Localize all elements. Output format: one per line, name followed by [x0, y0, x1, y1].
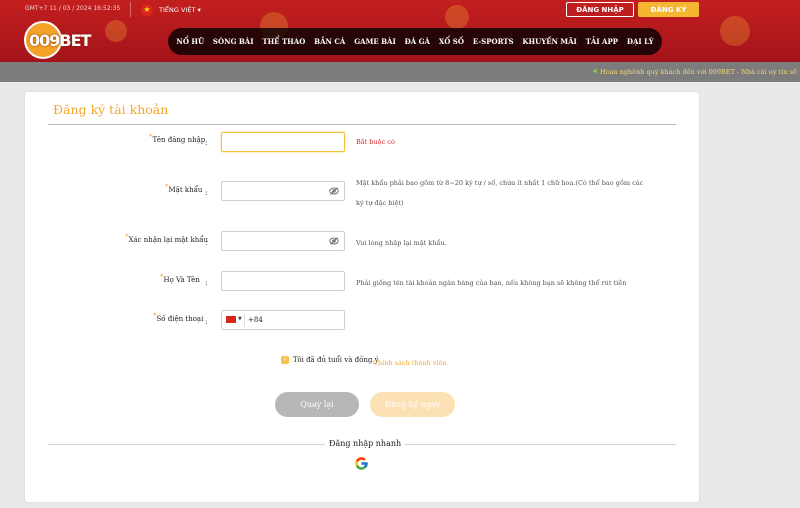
google-icon[interactable] [354, 456, 369, 471]
login-button[interactable]: ĐĂNG NHẬP [566, 2, 634, 17]
username-label: *Tên đăng nhập [149, 133, 206, 144]
full-name-input[interactable] [221, 271, 345, 291]
colon: : [205, 188, 208, 197]
agree-text: Tôi đã đủ tuổi và đồng ý [293, 356, 379, 364]
top-bar: GMT+7 11 / 03 / 2024 16:52:35 ★ TIẾNG VI… [0, 0, 800, 20]
announcement-text: Hoan nghênh quý khách đến với 009BET - N… [600, 68, 800, 76]
register-button[interactable]: ĐĂNG KÝ [638, 2, 699, 17]
decoration [105, 20, 127, 42]
colon: : [205, 138, 208, 147]
nav-item-e-sports[interactable]: E-SPORTS [473, 37, 514, 46]
confirm-password-input[interactable] [221, 231, 345, 251]
full-name-hint: Phải giống tên tài khoản ngân hàng của b… [356, 279, 627, 287]
phone-label: *Số điện thoại [153, 312, 204, 323]
password-input[interactable] [221, 181, 345, 201]
decoration [720, 16, 750, 46]
form-title: Đăng ký tài khoản [53, 102, 169, 117]
nav-item-the-thao[interactable]: THỂ THAO [262, 37, 305, 46]
back-button[interactable]: Quay lại [275, 392, 359, 417]
phone-input[interactable]: ▼ +84 [221, 310, 345, 330]
announcement-bar: Hoan nghênh quý khách đến với 009BET - N… [0, 62, 800, 82]
nav-item-no-hu[interactable]: NỔ HŨ [176, 37, 204, 46]
language-selector[interactable]: TIẾNG VIỆT ▾ [159, 6, 201, 14]
nav-item-tai-app[interactable]: TẢI APP [586, 37, 618, 46]
colon: : [205, 278, 208, 287]
nav-item-dai-ly[interactable]: ĐẠI LÝ [627, 37, 654, 46]
eye-off-icon[interactable] [329, 186, 339, 196]
nav-item-game-bai[interactable]: GAME BÀI [354, 37, 396, 46]
nav-item-xo-so[interactable]: XỔ SỐ [439, 37, 464, 46]
colon: : [205, 317, 208, 326]
divider [130, 2, 131, 17]
nav-item-song-bai[interactable]: SÒNG BÀI [213, 37, 254, 46]
confirm-password-label: *Xác nhận lại mật khẩu [125, 233, 208, 244]
chevron-down-icon[interactable]: ▼ [238, 316, 242, 322]
nav-item-khuyen-mai[interactable]: KHUYẾN MÃI [522, 37, 576, 46]
main-nav: NỔ HŨ SÒNG BÀI THỂ THAO BẮN CÁ GAME BÀI … [168, 28, 662, 55]
member-policy-link[interactable]: Chính sách thành viên [373, 359, 447, 367]
confirm-password-hint: Vui lòng nhập lại mật khẩu. [356, 239, 447, 247]
site-header: GMT+7 11 / 03 / 2024 16:52:35 ★ TIẾNG VI… [0, 0, 800, 62]
logo-text: 009BET [29, 31, 91, 50]
site-logo[interactable]: 009BET [24, 21, 94, 59]
title-divider [48, 124, 676, 125]
language-label: TIẾNG VIỆT [159, 6, 196, 14]
quick-login-label: Đăng nhập nhanh [325, 439, 406, 448]
full-name-label: *Họ Và Tên [160, 273, 200, 284]
register-form-card: Đăng ký tài khoản *Tên đăng nhập : Bắt b… [25, 92, 699, 502]
password-label: *Mật khẩu [165, 183, 203, 194]
colon: : [205, 238, 208, 247]
phone-country-code: +84 [248, 316, 263, 324]
vietnam-flag-icon[interactable]: ★ [141, 4, 153, 16]
password-hint-line2: ký tự đặc biệt) [356, 199, 404, 207]
password-hint-line1: Mật khẩu phải bao gồm từ 8~20 ký tự / số… [356, 179, 644, 187]
eye-off-icon[interactable] [329, 236, 339, 246]
register-now-button[interactable]: Đăng ký ngay [370, 392, 455, 417]
agree-checkbox[interactable]: ✓ [281, 356, 289, 364]
vietnam-flag-icon[interactable] [226, 316, 236, 323]
datetime-display: GMT+7 11 / 03 / 2024 16:52:35 [25, 5, 121, 12]
divider [244, 314, 245, 327]
username-input[interactable] [221, 132, 345, 152]
username-hint: Bắt buộc có [356, 138, 395, 146]
speaker-icon [593, 68, 597, 74]
nav-item-ban-ca[interactable]: BẮN CÁ [314, 37, 345, 46]
nav-item-da-ga[interactable]: ĐÁ GÀ [405, 37, 430, 46]
